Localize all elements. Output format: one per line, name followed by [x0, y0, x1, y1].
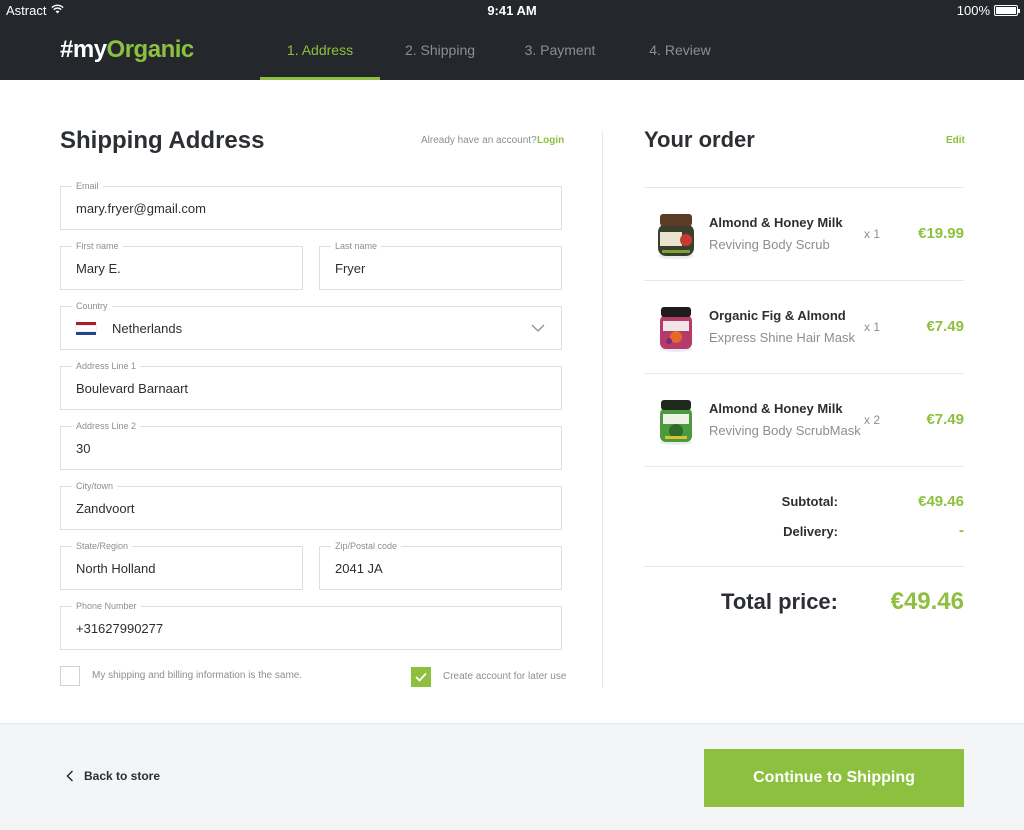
subtotal-value: €49.46 [918, 493, 964, 510]
item-quantity: x 2 [864, 413, 881, 427]
city-field[interactable]: City/town Zandvoort [60, 480, 562, 530]
chevron-down-icon [531, 324, 545, 332]
phone-field[interactable]: Phone Number +31627990277 [60, 600, 562, 650]
status-bar: Astract 9:41 AM 100% [0, 0, 1024, 20]
state-field[interactable]: State/Region North Holland [60, 540, 303, 590]
item-subtitle: Reviving Body Scrub [709, 237, 830, 252]
last-name-field[interactable]: Last name Fryer [319, 240, 562, 290]
zip-value[interactable]: 2041 JA [335, 561, 383, 576]
item-subtitle: Reviving Body ScrubMask [709, 423, 861, 438]
back-to-store-link[interactable]: Back to store [66, 769, 160, 783]
body-mask-jar-icon [660, 400, 692, 445]
step-payment[interactable]: 3. Payment [500, 20, 620, 80]
subtotal-label: Subtotal: [781, 494, 838, 509]
edit-order-link[interactable]: Edit [946, 135, 965, 146]
email-value[interactable]: mary.fryer@gmail.com [76, 201, 206, 216]
logo-brand: Organic [106, 36, 195, 63]
item-quantity: x 1 [864, 227, 881, 241]
country-value: Netherlands [112, 321, 183, 336]
email-field[interactable]: Email mary.fryer@gmail.com [60, 180, 562, 230]
item-name: Organic Fig & Almond [709, 308, 846, 323]
battery-icon [994, 5, 1020, 16]
logo-prefix: #my [60, 36, 107, 63]
first-name-value[interactable]: Mary E. [76, 261, 121, 276]
same-billing-checkbox[interactable] [60, 666, 80, 686]
scrub-jar-icon [658, 214, 694, 259]
create-account-checkbox[interactable] [411, 667, 431, 687]
divider [644, 466, 964, 467]
address-line2-label: Address Line 2 [72, 420, 141, 432]
continue-to-shipping-button[interactable]: Continue to Shipping [704, 749, 964, 807]
step-review[interactable]: 4. Review [620, 20, 740, 80]
address-line1-value[interactable]: Boulevard Barnaart [76, 381, 188, 396]
total-price-label: Total price: [721, 589, 838, 614]
chevron-left-icon [66, 770, 74, 782]
email-label: Email [72, 180, 103, 192]
address-line2-value[interactable]: 30 [76, 441, 90, 456]
netherlands-flag-icon [75, 322, 97, 335]
state-value[interactable]: North Holland [76, 561, 156, 576]
address-line1-field[interactable]: Address Line 1 Boulevard Barnaart [60, 360, 562, 410]
shipping-address-title: Shipping Address [60, 127, 265, 154]
brand-logo[interactable]: #myOrganic [60, 36, 194, 64]
back-to-store-label: Back to store [84, 769, 161, 783]
phone-value[interactable]: +31627990277 [76, 621, 163, 636]
item-price: €7.49 [926, 411, 964, 428]
order-item[interactable]: Almond & Honey Milk Reviving Body Scrub … [644, 188, 964, 280]
first-name-field[interactable]: First name Mary E. [60, 240, 303, 290]
address-line1-label: Address Line 1 [72, 360, 141, 372]
item-subtitle: Express Shine Hair Mask [709, 330, 855, 345]
delivery-label: Delivery: [783, 524, 838, 539]
battery-percent: 100% [956, 3, 990, 18]
top-bar: Astract 9:41 AM 100% #myOrganic 1. Addre… [0, 0, 1024, 80]
item-name: Almond & Honey Milk [709, 401, 843, 416]
column-divider [602, 131, 603, 688]
total-price-value: €49.46 [890, 588, 964, 615]
clock: 9:41 AM [487, 3, 537, 18]
item-quantity: x 1 [864, 320, 881, 334]
last-name-value[interactable]: Fryer [335, 261, 365, 276]
step-shipping[interactable]: 2. Shipping [380, 20, 500, 80]
footer-bar: Back to store Continue to Shipping [0, 723, 1024, 830]
item-name: Almond & Honey Milk [709, 215, 843, 230]
city-value[interactable]: Zandvoort [76, 501, 135, 516]
country-label: Country [72, 300, 112, 312]
zip-field[interactable]: Zip/Postal code 2041 JA [319, 540, 562, 590]
order-item[interactable]: Organic Fig & Almond Express Shine Hair … [644, 281, 964, 373]
account-prompt: Already have an account? [421, 135, 537, 146]
country-select[interactable]: Country Netherlands [60, 300, 562, 350]
phone-label: Phone Number [72, 600, 141, 612]
order-item[interactable]: Almond & Honey Milk Reviving Body ScrubM… [644, 374, 964, 466]
state-label: State/Region [72, 540, 133, 552]
item-price: €19.99 [918, 225, 964, 242]
city-label: City/town [72, 480, 118, 492]
zip-label: Zip/Postal code [331, 540, 402, 552]
item-price: €7.49 [926, 318, 964, 335]
checkout-steps: 1. Address 2. Shipping 3. Payment 4. Rev… [260, 20, 740, 80]
last-name-label: Last name [331, 240, 382, 252]
create-account-label: Create account for later use [443, 671, 567, 682]
your-order-title: Your order [644, 127, 755, 152]
step-address[interactable]: 1. Address [260, 20, 380, 80]
login-link[interactable]: Login [537, 135, 564, 146]
hair-mask-jar-icon [660, 307, 692, 352]
checkmark-icon [415, 672, 427, 682]
first-name-label: First name [72, 240, 123, 252]
address-line2-field[interactable]: Address Line 2 30 [60, 420, 562, 470]
delivery-value: - [959, 522, 964, 539]
same-billing-label: My shipping and billing information is t… [92, 670, 303, 681]
divider [644, 566, 964, 567]
